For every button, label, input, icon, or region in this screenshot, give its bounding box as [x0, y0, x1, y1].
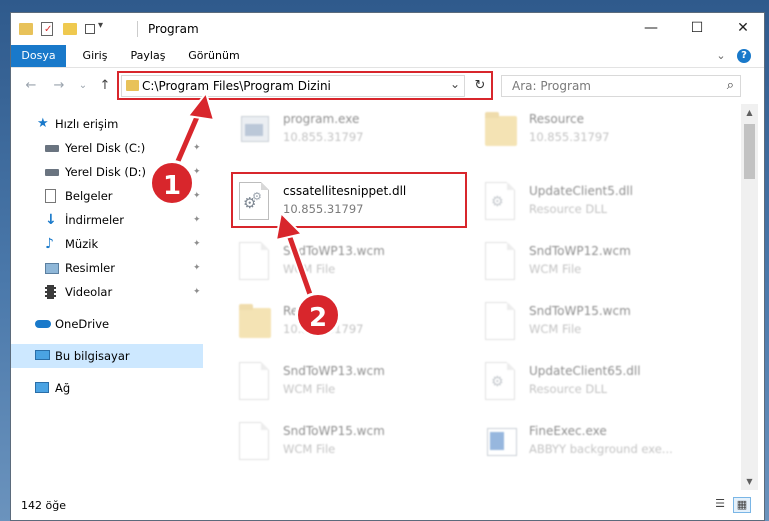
step-badge-2: 2	[295, 292, 341, 338]
step-badge-1: 1	[149, 160, 195, 206]
arrow-2	[274, 210, 317, 305]
annotation-arrows	[167, 90, 317, 305]
